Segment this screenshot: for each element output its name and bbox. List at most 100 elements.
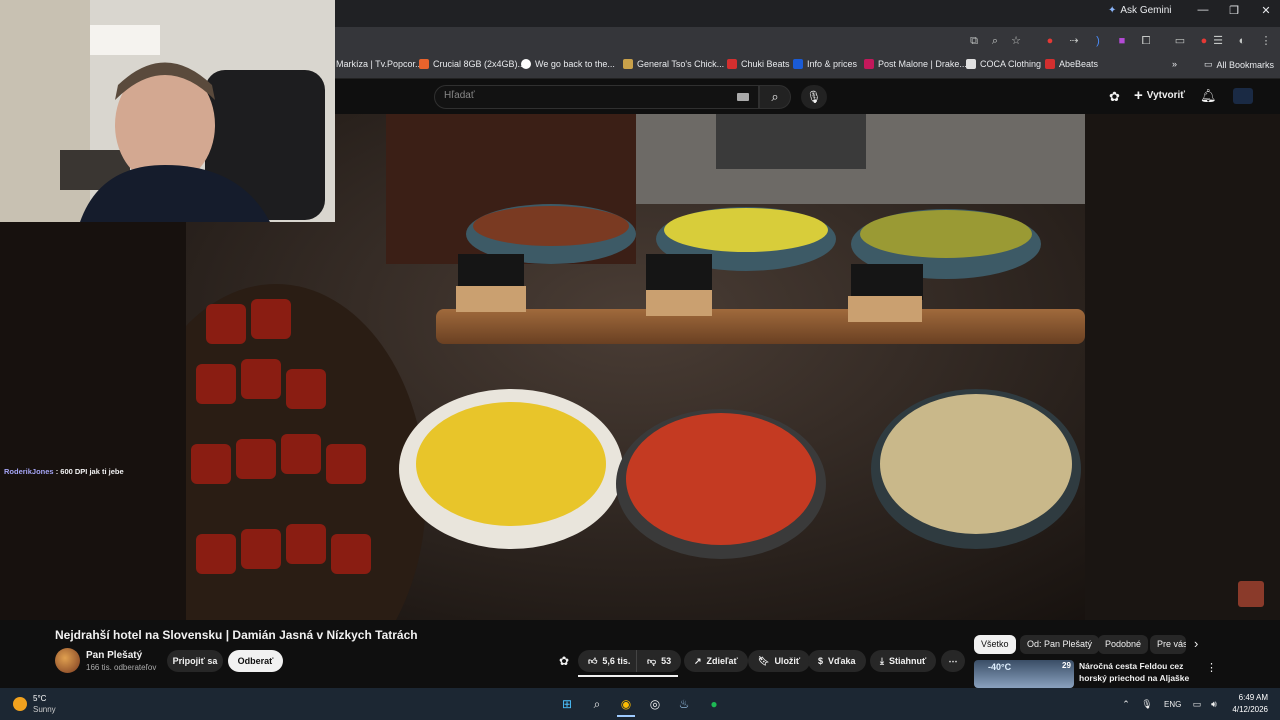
bookmark-label: Chuki Beats: [741, 59, 790, 69]
dislike-count: 53: [661, 656, 672, 666]
all-bookmarks-label: All Bookmarks: [1216, 59, 1275, 70]
chip-for-you[interactable]: Pre vás: [1150, 635, 1186, 654]
active-app-indicator: [617, 715, 635, 717]
install-app-icon[interactable]: ⧉: [966, 33, 982, 49]
bookmark-label: Info & prices: [807, 59, 858, 69]
volume-icon[interactable]: 🔊︎: [1205, 695, 1223, 713]
create-button[interactable]: + Vytvoriť: [1134, 87, 1185, 104]
like-button[interactable]: 👍︎ 5,6 tis.: [578, 650, 641, 672]
subscriber-count: 166 tis. odberateľov: [86, 663, 157, 672]
chip-all[interactable]: Všetko: [974, 635, 1016, 654]
extensions-puzzle-icon[interactable]: ⧠: [1138, 33, 1154, 49]
settings-gear-icon[interactable]: ✿: [1109, 89, 1120, 105]
clock-date[interactable]: 4/12/2026: [1224, 705, 1268, 714]
sun-icon[interactable]: [13, 697, 27, 711]
clock-time[interactable]: 6:49 AM: [1232, 693, 1268, 702]
chip-related[interactable]: Podobné: [1098, 635, 1149, 654]
bookmark-label: COCA Clothing: [980, 59, 1042, 69]
bookmark-item[interactable]: Info & prices: [793, 59, 857, 69]
close-icon[interactable]: ✕: [1256, 4, 1276, 17]
bookmark-item[interactable]: Chuki Beats: [727, 59, 790, 69]
bookmark-star-icon[interactable]: ☆: [1008, 33, 1024, 49]
chat-message: RoderikJones : 600 DPI jak ti jebe: [4, 467, 124, 476]
extension-arrow-icon[interactable]: ⇢: [1066, 33, 1082, 49]
account-avatar[interactable]: [1233, 88, 1253, 104]
search-icon: ⌕: [771, 89, 779, 104]
restore-icon[interactable]: ❐: [1224, 4, 1244, 17]
webcam-overlay: [0, 0, 335, 222]
all-bookmarks-button[interactable]: ▭ All Bookmarks: [1204, 59, 1274, 70]
save-button[interactable]: 🔖︎ Uložiť: [748, 650, 811, 672]
bookmark-label: AbeBeats: [1059, 59, 1099, 69]
search-input[interactable]: [434, 85, 759, 109]
bookmark-item[interactable]: Crucial 8GB (2x4GB)...: [419, 59, 525, 69]
keyboard-icon[interactable]: [737, 93, 749, 101]
tab-search-icon[interactable]: ☰: [1210, 33, 1226, 49]
bookmark-favicon: [966, 59, 976, 69]
bookmark-favicon: [1045, 59, 1055, 69]
dislike-button[interactable]: 👎︎ 53: [636, 650, 682, 672]
bookmarks-overflow-icon[interactable]: »: [1172, 59, 1177, 69]
bookmark-label: General Tso's Chick...: [637, 59, 725, 69]
download-label: Stiahnuť: [888, 656, 927, 666]
tray-chevron-up-icon[interactable]: ⌃: [1117, 695, 1135, 713]
taskbar-search-icon[interactable]: ⌕: [588, 695, 606, 713]
bookmark-favicon: [864, 59, 874, 69]
bookmark-item[interactable]: Post Malone | Drake...: [864, 59, 967, 69]
download-button[interactable]: ⤓ Stiahnuť: [870, 650, 937, 672]
chip-from-channel[interactable]: Od: Pan Plešatý: [1020, 635, 1100, 654]
channel-watermark[interactable]: [1238, 581, 1264, 607]
extension-red-icon[interactable]: ●: [1042, 33, 1058, 49]
tray-mic-icon[interactable]: 🎙︎: [1138, 695, 1156, 713]
microphone-icon: 🎙︎: [806, 90, 822, 104]
menu-kebab-icon[interactable]: ⋮: [1258, 33, 1274, 49]
chrome-icon[interactable]: ◉: [617, 695, 635, 713]
input-language[interactable]: ENG: [1164, 700, 1181, 709]
recommendation-thumbnail[interactable]: -40°C 29: [974, 660, 1074, 688]
ai-spark-icon[interactable]: ✿: [559, 654, 569, 668]
bookmark-item[interactable]: Markíza | Tv.Popcor...: [336, 59, 423, 69]
chevron-right-icon[interactable]: ›: [1194, 636, 1198, 651]
windows-start-icon[interactable]: ⊞: [558, 695, 576, 713]
chat-text: : 600 DPI jak ti jebe: [53, 467, 124, 476]
github-icon[interactable]: ◎: [646, 695, 664, 713]
join-button[interactable]: Pripojiť sa: [167, 650, 223, 672]
steam-icon[interactable]: ♨: [675, 695, 693, 713]
thanks-label: Vďaka: [828, 656, 856, 666]
video-title: Nejdrahší hotel na Slovensku | Damián Ja…: [55, 628, 418, 642]
channel-avatar[interactable]: [55, 648, 80, 673]
thumb-overlay-text: -40°C: [988, 662, 1012, 672]
network-icon[interactable]: ▭: [1188, 695, 1206, 713]
more-actions-button[interactable]: ⋯: [941, 650, 965, 672]
zoom-icon[interactable]: ⌕: [987, 33, 1003, 49]
spotify-icon[interactable]: ●: [705, 695, 723, 713]
share-button[interactable]: ↗ Zdieľať: [684, 650, 748, 672]
minimize-icon[interactable]: —: [1193, 4, 1213, 16]
thanks-button[interactable]: $ Vďaka: [808, 650, 866, 672]
plus-icon: +: [1134, 87, 1143, 104]
voice-search-button[interactable]: 🎙︎: [801, 85, 827, 109]
search-button[interactable]: ⌕: [759, 85, 791, 109]
cast-icon[interactable]: ▭: [1172, 33, 1188, 49]
recommendation-menu-icon[interactable]: ⋮: [1206, 661, 1217, 674]
bookmark-favicon: [793, 59, 803, 69]
share-icon: ↗: [694, 656, 702, 666]
bookmark-favicon: [727, 59, 737, 69]
channel-name[interactable]: Pan Plešatý: [86, 650, 142, 661]
save-label: Uložiť: [774, 656, 801, 666]
extension-twitch-icon[interactable]: ■: [1114, 33, 1130, 49]
bookmark-item[interactable]: We go back to the...: [521, 59, 615, 69]
weather-temperature: 5°C: [33, 694, 47, 703]
like-ratio-bar: [578, 675, 678, 677]
ask-gemini-button[interactable]: ✦ Ask Gemini: [1108, 5, 1172, 16]
bookmark-item[interactable]: General Tso's Chick...: [623, 59, 724, 69]
profile-avatar-icon[interactable]: ◐: [1234, 33, 1250, 49]
subscribe-button[interactable]: Odberať: [228, 650, 283, 672]
bookmark-item[interactable]: COCA Clothing: [966, 59, 1041, 69]
notifications-bell-icon[interactable]: 🔔︎: [1200, 88, 1217, 104]
share-label: Zdieľať: [706, 656, 738, 666]
bookmark-favicon: [623, 59, 633, 69]
bookmark-item[interactable]: AbeBeats: [1045, 59, 1098, 69]
extension-wave-icon[interactable]: ): [1090, 33, 1106, 49]
download-icon: ⤓: [880, 656, 884, 666]
